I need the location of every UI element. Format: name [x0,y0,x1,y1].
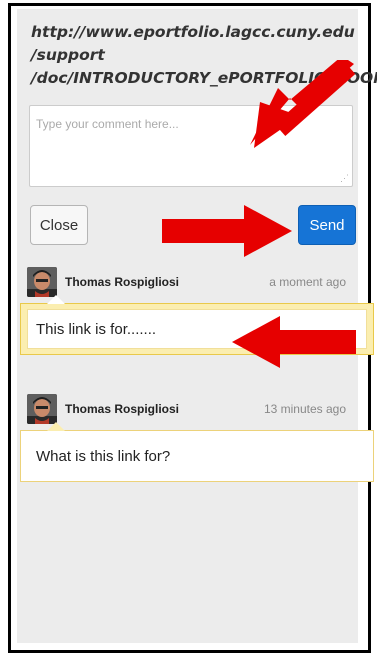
annotation-arrow-icon [232,316,356,368]
bubble-pointer [47,422,65,431]
comment-text: This link is for....... [36,321,157,338]
avatar [27,394,57,424]
send-button[interactable]: Send [298,205,356,245]
avatar [27,267,57,297]
url-line-1: http://www.eportfolio.lagcc.cuny.edu [31,23,355,41]
comment-placeholder: Type your comment here... [36,117,179,131]
annotation-arrow-icon [250,60,356,148]
annotation-arrow-icon [162,205,292,257]
comment-timestamp: a moment ago [269,275,346,289]
comment-author[interactable]: Thomas Rospigliosi [65,402,179,416]
resize-grip-icon[interactable]: ⋰ [340,174,349,183]
comment-author[interactable]: Thomas Rospigliosi [65,275,179,289]
close-button[interactable]: Close [30,205,88,245]
comment-bubble: What is this link for? [20,422,374,482]
comment-timestamp: 13 minutes ago [263,402,346,416]
bubble-pointer [47,295,65,304]
comment-text: What is this link for? [36,448,171,465]
